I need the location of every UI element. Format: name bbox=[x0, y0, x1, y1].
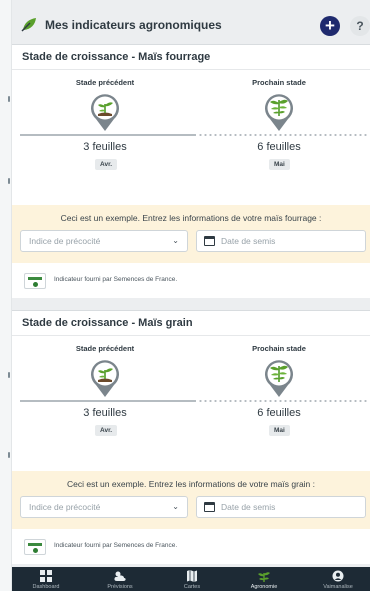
strip-marker bbox=[8, 96, 10, 102]
precocity-placeholder: Indice de précocité bbox=[29, 502, 101, 512]
bottom-navigation: Dashboard Prévisions Cartes Agronomie Va… bbox=[12, 567, 370, 591]
previous-stage-label: Stade précédent bbox=[75, 78, 135, 87]
next-leaves-value: 6 feuilles bbox=[257, 407, 301, 419]
page-header: Mes indicateurs agronomiques + ? bbox=[12, 10, 370, 40]
card-title: Stade de croissance - Maïs fourrage bbox=[22, 51, 211, 63]
next-stage: Prochain stade bbox=[194, 78, 364, 131]
calendar-icon bbox=[204, 502, 215, 512]
weather-icon bbox=[114, 571, 126, 581]
previous-stage: Stade précédent bbox=[20, 344, 190, 397]
provider-text: Indicateur fourni par Semences de France… bbox=[54, 276, 178, 283]
stage-remaining-track bbox=[198, 400, 368, 402]
next-stage: Prochain stade bbox=[194, 344, 364, 397]
previous-month-badge: Avr. bbox=[95, 159, 118, 170]
previous-leaves-value: 3 feuilles bbox=[83, 407, 127, 419]
example-section: Ceci est un exemple. Entrez les informat… bbox=[12, 205, 370, 263]
example-notice: Ceci est un exemple. Entrez les informat… bbox=[66, 479, 316, 489]
page-title: Mes indicateurs agronomiques bbox=[45, 18, 222, 32]
nav-label: Dashboard bbox=[32, 584, 60, 590]
strip-marker bbox=[8, 178, 10, 184]
next-leaves-value: 6 feuilles bbox=[257, 141, 301, 153]
map-icon bbox=[187, 570, 197, 582]
provider-credit: Indicateur fourni par Semences de France… bbox=[20, 271, 360, 291]
background-strip bbox=[0, 0, 12, 591]
next-month-badge: Mai bbox=[269, 159, 290, 170]
semences-de-france-logo bbox=[24, 273, 46, 289]
previous-leaves-value: 3 feuilles bbox=[83, 141, 127, 153]
next-month-badge: Mai bbox=[269, 425, 290, 436]
nav-dashboard[interactable]: Dashboard bbox=[16, 567, 76, 591]
dashboard-icon bbox=[40, 570, 52, 582]
nav-profile[interactable]: Vaimanalise bbox=[308, 567, 368, 591]
sowing-date-field[interactable]: Date de semis bbox=[196, 496, 366, 518]
agronomy-icon bbox=[258, 572, 270, 582]
nav-label: Vaimanalise bbox=[323, 584, 353, 590]
sowing-date-placeholder: Date de semis bbox=[221, 236, 276, 246]
provider-text: Indicateur fourni par Semences de France… bbox=[54, 542, 178, 549]
growth-stage-card-forage-maize: Stade de croissance - Maïs fourrage Stad… bbox=[12, 44, 370, 298]
sowing-date-placeholder: Date de semis bbox=[221, 502, 276, 512]
divider bbox=[12, 335, 370, 336]
nav-agronomie[interactable]: Agronomie bbox=[234, 567, 294, 591]
stage-progress-track bbox=[20, 400, 196, 402]
chevron-down-icon: ⌄ bbox=[172, 502, 179, 511]
sowing-date-field[interactable]: Date de semis bbox=[196, 230, 366, 252]
help-button[interactable]: ? bbox=[350, 16, 370, 36]
strip-marker bbox=[8, 452, 10, 458]
previous-stage-label: Stade précédent bbox=[75, 344, 135, 353]
next-stage-label: Prochain stade bbox=[252, 344, 306, 353]
previous-stage: Stade précédent bbox=[20, 78, 190, 131]
add-indicator-button[interactable]: + bbox=[320, 16, 340, 36]
nav-label: Agronomie bbox=[250, 584, 278, 590]
profile-icon bbox=[332, 570, 344, 582]
nav-previsions[interactable]: Prévisions bbox=[90, 567, 150, 591]
next-stage-label: Prochain stade bbox=[252, 78, 306, 87]
card-title: Stade de croissance - Maïs grain bbox=[22, 317, 193, 329]
corn-sprout-icon bbox=[91, 94, 119, 131]
semences-de-france-logo bbox=[24, 539, 46, 555]
calendar-icon bbox=[204, 236, 215, 246]
corn-sprout-icon bbox=[265, 94, 293, 131]
previous-month-badge: Avr. bbox=[95, 425, 118, 436]
precocity-placeholder: Indice de précocité bbox=[29, 236, 101, 246]
strip-marker bbox=[8, 372, 10, 378]
precocity-select[interactable]: Indice de précocité ⌄ bbox=[20, 230, 188, 252]
nav-cartes[interactable]: Cartes bbox=[162, 567, 222, 591]
nav-label: Cartes bbox=[183, 584, 201, 590]
example-notice: Ceci est un exemple. Entrez les informat… bbox=[60, 213, 322, 223]
chevron-down-icon: ⌄ bbox=[172, 236, 179, 245]
corn-sprout-icon bbox=[91, 360, 119, 397]
stage-remaining-track bbox=[198, 134, 368, 136]
leaf-icon bbox=[21, 18, 36, 32]
stage-progress-track bbox=[20, 134, 196, 136]
precocity-select[interactable]: Indice de précocité ⌄ bbox=[20, 496, 188, 518]
corn-sprout-icon bbox=[265, 360, 293, 397]
provider-credit: Indicateur fourni par Semences de France… bbox=[20, 537, 360, 557]
nav-label: Prévisions bbox=[107, 584, 133, 590]
example-section: Ceci est un exemple. Entrez les informat… bbox=[12, 471, 370, 529]
growth-stage-card-grain-maize: Stade de croissance - Maïs grain Stade p… bbox=[12, 310, 370, 564]
divider bbox=[12, 69, 370, 70]
